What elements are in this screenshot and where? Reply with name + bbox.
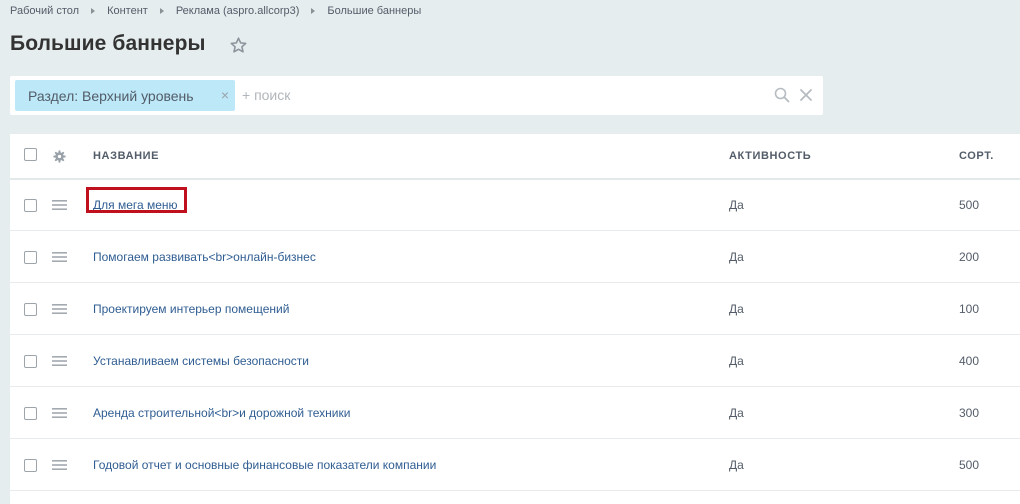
column-header-sort[interactable]: СОРТ. <box>959 150 994 162</box>
star-icon[interactable] <box>229 36 248 55</box>
column-header-active[interactable]: АКТИВНОСТЬ <box>729 150 811 162</box>
select-all-checkbox[interactable] <box>24 148 37 161</box>
row-sort: 400 <box>959 354 980 368</box>
row-sort: 200 <box>959 250 980 264</box>
row-checkbox[interactable] <box>24 251 37 264</box>
breadcrumb-separator-icon <box>311 8 316 14</box>
column-header-name[interactable]: НАЗВАНИЕ <box>93 150 159 162</box>
row-name-link[interactable]: Аренда строительной<br>и дорожной техник… <box>93 406 350 420</box>
row-sort: 500 <box>959 458 980 472</box>
chip-close-icon[interactable]: × <box>219 88 231 102</box>
table-header: НАЗВАНИЕ АКТИВНОСТЬ СОРТ. <box>10 134 1020 180</box>
table-row[interactable]: Годовой отчет и основные финансовые пока… <box>10 440 1020 491</box>
row-sort: 500 <box>959 198 980 212</box>
row-checkbox[interactable] <box>24 407 37 420</box>
drag-handle-icon[interactable] <box>52 304 67 314</box>
clear-icon[interactable] <box>799 88 813 102</box>
drag-handle-icon[interactable] <box>52 200 67 210</box>
breadcrumb-item-desktop[interactable]: Рабочий стол <box>10 5 79 17</box>
breadcrumb-separator-icon <box>91 8 96 14</box>
row-active: Да <box>729 302 744 316</box>
row-active: Да <box>729 250 744 264</box>
filter-search-bar[interactable]: Раздел: Верхний уровень × + поиск <box>10 76 823 115</box>
table-row[interactable]: Аренда строительной<br>и дорожной техник… <box>10 388 1020 439</box>
search-icon[interactable] <box>774 87 790 103</box>
row-active: Да <box>729 406 744 420</box>
row-sort: 300 <box>959 406 980 420</box>
breadcrumb-item-current[interactable]: Большие баннеры <box>327 5 421 17</box>
row-name-link[interactable]: Проектируем интерьер помещений <box>93 302 289 316</box>
page-title: Большие баннеры <box>10 32 206 55</box>
row-name-link[interactable]: Годовой отчет и основные финансовые пока… <box>93 458 436 472</box>
filter-chip-label: Раздел: Верхний уровень <box>28 87 194 104</box>
table-row[interactable]: Проектируем интерьер помещений Да 100 <box>10 284 1020 335</box>
breadcrumb-item-ads[interactable]: Реклама (aspro.allcorp3) <box>176 5 300 17</box>
highlight-box <box>86 187 187 213</box>
search-input[interactable]: + поиск <box>242 87 290 103</box>
row-checkbox[interactable] <box>24 199 37 212</box>
row-active: Да <box>729 458 744 472</box>
row-checkbox[interactable] <box>24 355 37 368</box>
breadcrumb-separator-icon <box>159 8 164 14</box>
row-active: Да <box>729 354 744 368</box>
breadcrumb-item-content[interactable]: Контент <box>107 5 148 17</box>
filter-chip-section[interactable]: Раздел: Верхний уровень × <box>15 80 235 111</box>
row-checkbox[interactable] <box>24 303 37 316</box>
row-active: Да <box>729 198 744 212</box>
drag-handle-icon[interactable] <box>52 356 67 366</box>
row-sort: 100 <box>959 302 980 316</box>
row-name-link[interactable]: Устанавливаем системы безопасности <box>93 354 309 368</box>
breadcrumb: Рабочий стол Контент Реклама (aspro.allc… <box>10 3 421 19</box>
gear-icon[interactable] <box>53 150 66 163</box>
banner-table: НАЗВАНИЕ АКТИВНОСТЬ СОРТ. Для мега меню … <box>10 134 1020 504</box>
row-checkbox[interactable] <box>24 459 37 472</box>
drag-handle-icon[interactable] <box>52 252 67 262</box>
table-row[interactable]: Помогаем развивать<br>онлайн-бизнес Да 2… <box>10 232 1020 283</box>
drag-handle-icon[interactable] <box>52 460 67 470</box>
drag-handle-icon[interactable] <box>52 408 67 418</box>
table-row[interactable]: Устанавливаем системы безопасности Да 40… <box>10 336 1020 387</box>
row-name-link[interactable]: Помогаем развивать<br>онлайн-бизнес <box>93 250 316 264</box>
